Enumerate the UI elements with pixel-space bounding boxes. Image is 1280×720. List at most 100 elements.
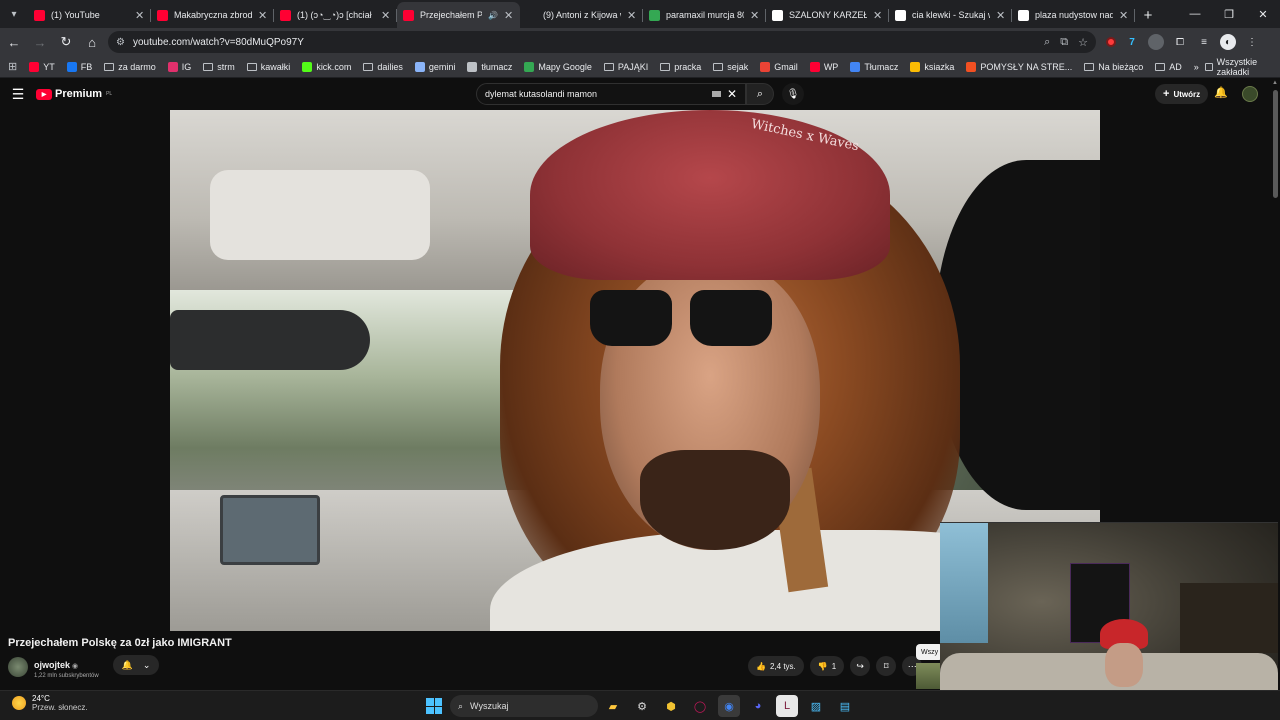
tab-close-icon[interactable]: ✕ (135, 9, 145, 22)
tab-close-icon[interactable]: ✕ (873, 9, 883, 22)
tab-audio-icon[interactable]: 🔊 (488, 11, 498, 20)
app-l-icon[interactable]: L (776, 695, 798, 717)
extension-7tv-icon[interactable]: 7 (1124, 34, 1140, 50)
voice-search-icon[interactable]: 🎙 (782, 83, 804, 105)
bookmark-item[interactable]: strm (197, 62, 241, 72)
site-info-icon[interactable]: ⚙ (116, 37, 125, 48)
reload-icon[interactable]: ↻ (54, 30, 78, 54)
back-icon[interactable]: ← (2, 30, 26, 54)
home-icon[interactable]: ⌂ (80, 30, 104, 54)
browser-tab[interactable]: SZALONY KARZEŁ PO ✕ (766, 2, 889, 28)
bookmark-item[interactable]: Tłumacz (844, 61, 904, 72)
photos-icon[interactable]: ▨ (805, 695, 827, 717)
save-bookmark-icon[interactable]: ⌑ (876, 656, 897, 676)
install-app-icon[interactable]: ⧉ (1060, 36, 1068, 49)
address-bar[interactable]: ⚙ youtube.com/watch?v=80dMuQPo97Y ⌕ ⧉ ☆ (108, 31, 1096, 53)
media-control-icon[interactable]: ≡ (1196, 34, 1212, 50)
search-input[interactable]: dylemat kutasolandi mamon ✕ (476, 83, 746, 105)
apps-grid-icon[interactable]: ⊞ (0, 60, 23, 73)
taskbar-search-box[interactable]: ⌕ Wyszukaj (450, 695, 598, 717)
subscribed-notifications-button[interactable]: 🔔 ⌄ (113, 655, 159, 675)
search-icon: ⌕ (756, 87, 764, 100)
tab-title: (1) (ɔ◔‿◔)ɔ [chciał (297, 9, 372, 20)
browser-tab[interactable]: Makabryczna zbrodnia ✕ (151, 2, 274, 28)
share-icon[interactable]: ↪ (850, 656, 871, 676)
bookmark-item[interactable]: PAJĄKI (598, 62, 654, 72)
close-window-icon[interactable]: ✕ (1246, 8, 1280, 21)
dislike-button[interactable]: 👎 1 (809, 656, 845, 676)
tab-title: Przejechałem Pol (420, 10, 483, 20)
minimize-icon[interactable]: — (1178, 8, 1212, 20)
create-button[interactable]: + Utwórz (1155, 84, 1209, 104)
chrome-icon[interactable]: ◉ (718, 695, 740, 717)
browser-tab[interactable]: (1) YouTube ✕ (28, 2, 151, 28)
bookmarks-overflow-button[interactable]: » (1188, 62, 1205, 72)
bookmark-item[interactable]: Na bieżąco (1078, 62, 1149, 72)
file-explorer-icon[interactable]: ▰ (602, 695, 624, 717)
zoom-icon[interactable]: ⌕ (1044, 36, 1050, 49)
bookmark-item[interactable]: tłumacz (461, 61, 518, 72)
user-avatar[interactable] (1242, 86, 1258, 102)
bookmark-item[interactable]: FB (61, 61, 99, 72)
tab-close-icon[interactable]: ✕ (381, 9, 391, 22)
bookmark-item[interactable]: ksiazka (904, 61, 960, 72)
bookmark-item[interactable]: IG (162, 61, 198, 72)
tab-close-icon[interactable]: ✕ (258, 9, 268, 22)
browser-tab[interactable]: Przejechałem Pol 🔊 ✕ (397, 2, 520, 28)
discord-icon[interactable]: ◕ (747, 695, 769, 717)
all-bookmarks-button[interactable]: Wszystkie zakładki (1204, 57, 1280, 77)
bookmark-item[interactable]: sejak (707, 62, 754, 72)
bookmark-item[interactable]: dailies (357, 62, 409, 72)
tab-close-icon[interactable]: ✕ (1119, 9, 1129, 22)
puzzle-extensions-icon[interactable]: ⧠ (1172, 34, 1188, 50)
bookmark-item[interactable]: kick.com (296, 61, 357, 72)
scrollbar-thumb[interactable] (1273, 90, 1278, 198)
bookmark-item[interactable]: AD (1149, 62, 1188, 72)
browser-tab[interactable]: paramaxil murcja 80 ✕ (643, 2, 766, 28)
bookmark-item[interactable]: POMYSŁY NA STRE... (960, 61, 1078, 72)
channel-info[interactable]: ojwojtek ◉ 1,22 mln subskrybentów (8, 655, 99, 679)
chrome-menu-icon[interactable]: ⋮ (1244, 34, 1260, 50)
browser-tab[interactable]: plaza nudystow nad ✕ (1012, 2, 1135, 28)
scroll-up-icon[interactable]: ▲ (1272, 80, 1278, 86)
keyboard-icon[interactable] (711, 91, 721, 97)
bookmark-item[interactable]: pracka (654, 62, 707, 72)
record-extension-icon[interactable] (1106, 37, 1116, 47)
extension-grey-icon[interactable] (1148, 34, 1164, 50)
notepad-icon[interactable]: ▤ (834, 695, 856, 717)
tab-close-icon[interactable]: ✕ (504, 9, 514, 22)
channel-name[interactable]: ojwojtek (34, 660, 70, 670)
bookmark-star-icon[interactable]: ☆ (1078, 36, 1088, 49)
profile-avatar-icon[interactable]: ◐ (1220, 34, 1236, 50)
windows-start-icon[interactable] (426, 698, 442, 714)
tab-close-icon[interactable]: ✕ (996, 9, 1006, 22)
notifications-bell-icon[interactable]: 🔔 (1214, 86, 1228, 99)
steam-icon[interactable]: ⚙ (631, 695, 653, 717)
bookmark-item[interactable]: Mapy Google (518, 61, 598, 72)
hamburger-menu-icon[interactable]: ☰ (0, 86, 36, 103)
bookmark-item[interactable]: Gmail (754, 61, 804, 72)
search-button[interactable]: ⌕ (746, 83, 774, 105)
youtube-premium-logo[interactable]: ▶ Premium PL (36, 88, 112, 100)
bookmark-item[interactable]: WP (804, 61, 845, 72)
browser-tab[interactable]: cia klewki - Szukaj w ✕ (889, 2, 1012, 28)
channel-avatar[interactable] (8, 657, 28, 677)
bookmark-item[interactable]: YT (23, 61, 61, 72)
like-button[interactable]: 👍 2,4 tys. (748, 656, 804, 676)
browser-tab[interactable]: (9) Antoni z Kijowa w ✕ (520, 2, 643, 28)
weather-widget[interactable]: 24°C Przew. słonecz. (12, 694, 88, 712)
forward-icon[interactable]: → (28, 30, 52, 54)
shield-app-icon[interactable]: ⬢ (660, 695, 682, 717)
tab-close-icon[interactable]: ✕ (627, 9, 637, 22)
bookmark-item[interactable]: kawałki (241, 62, 297, 72)
new-tab-button[interactable]: + (1135, 2, 1161, 28)
browser-tab[interactable]: (1) (ɔ◔‿◔)ɔ [chciał ✕ (274, 2, 397, 28)
restore-icon[interactable]: ❐ (1212, 8, 1246, 21)
bookmark-item[interactable]: za darmo (98, 62, 162, 72)
recommended-video-thumbnail[interactable] (916, 663, 940, 689)
bookmark-item[interactable]: gemini (409, 61, 462, 72)
tab-search-chevron-icon[interactable]: ▾ (0, 0, 28, 28)
tab-close-icon[interactable]: ✕ (750, 9, 760, 22)
clear-search-icon[interactable]: ✕ (727, 87, 737, 101)
opera-icon[interactable]: ◯ (689, 695, 711, 717)
